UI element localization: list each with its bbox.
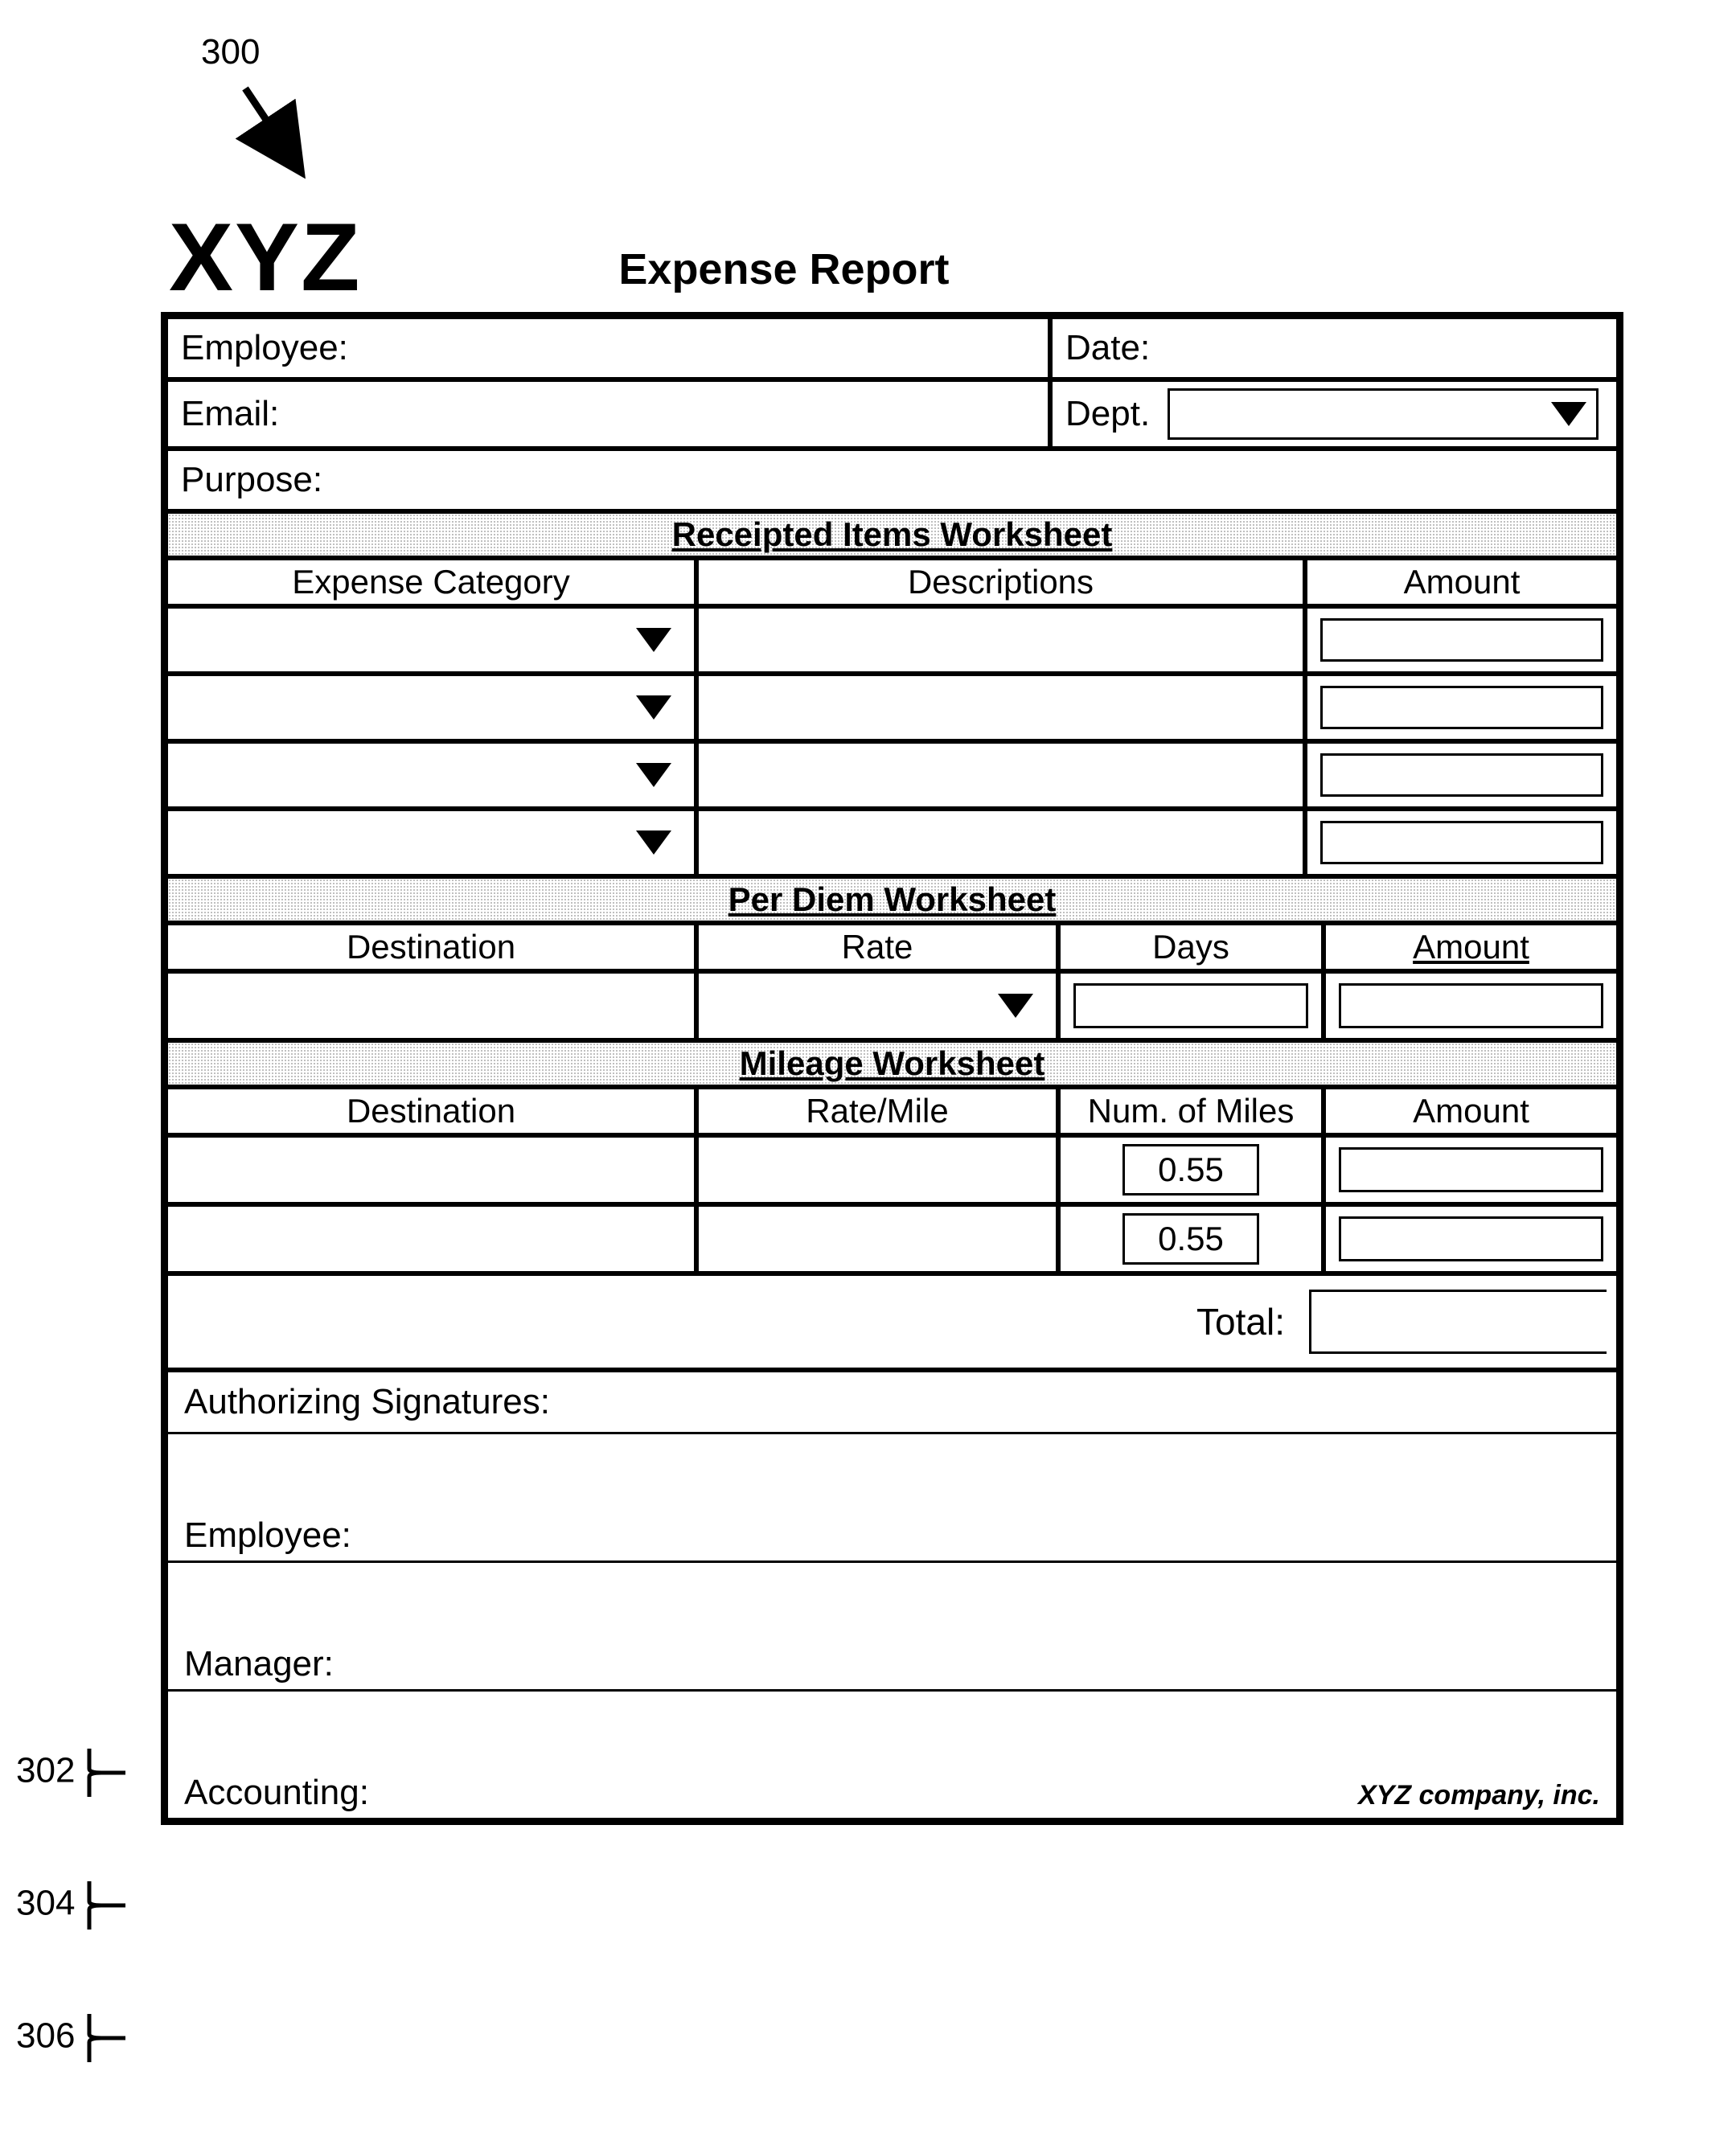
- dept-dropdown[interactable]: [1168, 388, 1599, 440]
- total-row: Total:: [166, 1273, 1619, 1370]
- mileage-amount-cell: [1324, 1204, 1619, 1273]
- purpose-label: Purpose:: [181, 460, 322, 500]
- receipted-col-category: Expense Category: [166, 558, 696, 606]
- chevron-down-icon: [1551, 402, 1586, 426]
- date-field[interactable]: Date:: [1050, 317, 1619, 379]
- amount-input[interactable]: [1320, 686, 1603, 729]
- mileage-col-dest: Destination: [166, 1087, 696, 1135]
- expense-category-dropdown[interactable]: [166, 741, 696, 809]
- email-field[interactable]: Email:: [166, 379, 1050, 449]
- amount-cell: [1305, 606, 1619, 674]
- chevron-down-icon: [636, 628, 671, 652]
- perdiem-amount-cell: [1324, 971, 1619, 1040]
- amount-cell: [1305, 741, 1619, 809]
- dept-label: Dept.: [1065, 394, 1150, 434]
- employee-field[interactable]: Employee:: [166, 317, 1050, 379]
- amount-input[interactable]: [1320, 753, 1603, 797]
- accounting-signature-row[interactable]: Accounting: XYZ company, inc.: [166, 1692, 1619, 1820]
- expense-category-dropdown[interactable]: [166, 809, 696, 876]
- mileage-col-rate: Rate/Mile: [696, 1087, 1058, 1135]
- mileage-amount-cell: [1324, 1135, 1619, 1204]
- mileage-dest-input[interactable]: [166, 1204, 696, 1273]
- description-input[interactable]: [696, 606, 1305, 674]
- mileage-miles-input[interactable]: 0.55: [1122, 1213, 1259, 1265]
- perdiem-amount-input[interactable]: [1339, 983, 1603, 1028]
- perdiem-col-rate: Rate: [696, 923, 1058, 971]
- perdiem-col-dest: Destination: [166, 923, 696, 971]
- expense-form: Employee: Date: Email: Dept. Purpose:: [161, 312, 1623, 1825]
- company-footer: XYZ company, inc.: [1358, 1780, 1600, 1811]
- chevron-down-icon: [636, 830, 671, 855]
- mileage-miles-cell: 0.55: [1058, 1204, 1324, 1273]
- company-logo: XYZ: [169, 209, 361, 306]
- mileage-section-header: Mileage Worksheet: [166, 1040, 1619, 1087]
- perdiem-days-cell: [1058, 971, 1324, 1040]
- chevron-down-icon: [636, 763, 671, 787]
- mileage-col-miles: Num. of Miles: [1058, 1087, 1324, 1135]
- expense-category-dropdown[interactable]: [166, 674, 696, 741]
- description-input[interactable]: [696, 741, 1305, 809]
- date-label: Date:: [1065, 328, 1150, 368]
- figure-ref-306: 306: [16, 2010, 133, 2066]
- mileage-amount-input[interactable]: [1339, 1147, 1603, 1192]
- perdiem-rate-dropdown[interactable]: [696, 971, 1058, 1040]
- employee-sig-label: Employee:: [184, 1515, 351, 1556]
- purpose-field[interactable]: Purpose:: [166, 449, 1619, 511]
- mileage-col-amount: Amount: [1324, 1087, 1619, 1135]
- mileage-miles-cell: 0.55: [1058, 1135, 1324, 1204]
- perdiem-col-amount: Amount: [1324, 923, 1619, 971]
- employee-signature-row[interactable]: Employee:: [166, 1434, 1619, 1563]
- dept-cell: Dept.: [1050, 379, 1619, 449]
- mileage-dest-input[interactable]: [166, 1135, 696, 1204]
- manager-signature-row[interactable]: Manager:: [166, 1563, 1619, 1692]
- chevron-down-icon: [636, 695, 671, 720]
- accounting-sig-label: Accounting:: [184, 1773, 369, 1813]
- amount-input[interactable]: [1320, 821, 1603, 864]
- amount-cell: [1305, 809, 1619, 876]
- amount-cell: [1305, 674, 1619, 741]
- receipted-col-desc: Descriptions: [696, 558, 1305, 606]
- mileage-rate-input[interactable]: [696, 1204, 1058, 1273]
- figure-ref-302: 302: [16, 1745, 133, 1801]
- perdiem-col-days: Days: [1058, 923, 1324, 971]
- perdiem-days-input[interactable]: [1073, 983, 1308, 1028]
- description-input[interactable]: [696, 674, 1305, 741]
- receipted-col-amount: Amount: [1305, 558, 1619, 606]
- mileage-rate-input[interactable]: [696, 1135, 1058, 1204]
- mileage-miles-input[interactable]: 0.55: [1122, 1144, 1259, 1195]
- manager-sig-label: Manager:: [184, 1644, 334, 1684]
- email-label: Email:: [181, 394, 279, 434]
- figure-ref-300: 300: [201, 32, 260, 72]
- total-label: Total:: [1196, 1300, 1309, 1343]
- description-input[interactable]: [696, 809, 1305, 876]
- perdiem-dest-input[interactable]: [166, 971, 696, 1040]
- perdiem-section-header: Per Diem Worksheet: [166, 876, 1619, 923]
- amount-input[interactable]: [1320, 618, 1603, 662]
- arrow-icon: [233, 80, 322, 185]
- employee-label: Employee:: [181, 328, 348, 368]
- mileage-amount-input[interactable]: [1339, 1216, 1603, 1261]
- receipted-section-header: Receipted Items Worksheet: [166, 511, 1619, 558]
- figure-ref-304: 304: [16, 1877, 133, 1934]
- expense-category-dropdown[interactable]: [166, 606, 696, 674]
- auth-signatures-header: Authorizing Signatures:: [166, 1370, 1619, 1434]
- page-title: Expense Report: [618, 244, 949, 306]
- total-amount-input[interactable]: [1309, 1290, 1607, 1354]
- chevron-down-icon: [998, 994, 1033, 1018]
